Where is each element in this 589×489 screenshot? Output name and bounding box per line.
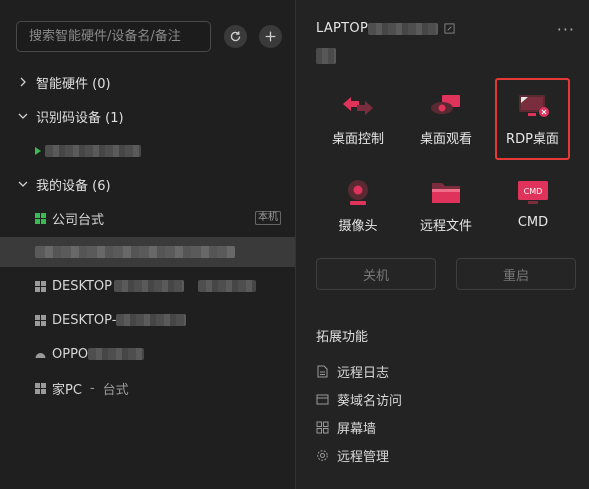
rdp-desktop-button[interactable]: RDP桌面	[495, 78, 570, 160]
device-name: DESKTOP	[52, 278, 113, 294]
camera-button[interactable]: 摄像头	[322, 179, 394, 251]
device-title: LAPTOP	[316, 21, 455, 36]
device-detail-panel: LAPTOP ··· 桌面控制 桌面观看 RDP桌面 摄像头 远程文件 CMD …	[296, 0, 589, 489]
domain-icon	[316, 394, 329, 404]
camera-icon	[348, 180, 368, 205]
redacted-name	[368, 22, 439, 35]
online-indicator-icon	[35, 147, 41, 155]
device-name: DESKTOP-	[52, 312, 117, 328]
device-list-panel: 智能硬件 (0) 识别码设备 (1) 我的设备 (6) 公司台式 本机 DESK…	[0, 0, 295, 489]
svg-text:CMD: CMD	[524, 187, 543, 196]
local-badge: 本机	[255, 211, 281, 225]
rdp-desktop-icon	[518, 95, 549, 117]
tile-label: 桌面控制	[331, 132, 384, 147]
ext-label: 葵域名访问	[337, 393, 403, 409]
more-options-icon[interactable]: ···	[557, 20, 575, 39]
device-remark: 台式	[102, 382, 129, 398]
windows-icon	[35, 314, 46, 326]
chevron-down-icon	[16, 177, 30, 191]
redacted-name	[116, 314, 187, 326]
cmd-button[interactable]: CMD CMD	[497, 179, 569, 251]
remote-file-button[interactable]: 远程文件	[410, 179, 482, 251]
ext-label: 远程日志	[337, 365, 390, 381]
redacted-name	[114, 280, 185, 292]
desktop-control-button[interactable]: 桌面控制	[322, 92, 394, 164]
tile-label: RDP桌面	[506, 132, 559, 147]
group-smart-hardware[interactable]: 智能硬件 (0)	[16, 72, 111, 92]
ext-label: 远程管理	[337, 449, 390, 465]
group-label: 我的设备 (6)	[36, 178, 111, 194]
ext-item-domain-access[interactable]: 葵域名访问	[316, 390, 403, 409]
redacted-name	[35, 246, 235, 258]
ext-label: 屏幕墙	[337, 421, 377, 437]
search-input[interactable]	[16, 21, 211, 52]
refresh-icon	[230, 31, 241, 42]
device-row[interactable]: 公司台式 本机	[0, 203, 295, 233]
ext-item-screen-wall[interactable]: 屏幕墙	[316, 418, 377, 437]
tile-label: 远程文件	[419, 219, 472, 234]
desktop-view-icon	[431, 95, 460, 114]
group-label: 识别码设备 (1)	[36, 110, 124, 126]
device-row[interactable]: DESKTOP-	[0, 305, 295, 335]
edit-icon[interactable]	[444, 23, 455, 34]
desktop-view-button[interactable]: 桌面观看	[410, 92, 482, 164]
redacted-name	[45, 145, 141, 157]
device-row[interactable]: DESKTOP	[0, 271, 295, 301]
separator: -	[89, 380, 95, 396]
device-row[interactable]: OPPO	[0, 339, 295, 369]
device-row[interactable]: 家PC - 台式	[0, 373, 295, 403]
device-row-selected[interactable]	[0, 237, 295, 267]
shutdown-button[interactable]: 关机	[316, 258, 436, 290]
tile-label: 摄像头	[338, 219, 378, 234]
group-label: 智能硬件 (0)	[36, 76, 111, 92]
desktop-control-icon	[343, 97, 373, 115]
refresh-button[interactable]	[224, 25, 247, 48]
chevron-right-icon	[16, 75, 30, 89]
tile-label: CMD	[517, 215, 549, 230]
device-name: OPPO	[52, 346, 89, 362]
windows-icon	[35, 280, 46, 292]
redacted-remark	[198, 280, 257, 292]
ext-item-remote-log[interactable]: 远程日志	[316, 362, 390, 381]
plus-icon	[265, 31, 276, 42]
device-title-text: LAPTOP	[316, 21, 369, 36]
tile-label: 桌面观看	[419, 132, 472, 147]
android-icon	[35, 352, 46, 358]
group-idcode-devices[interactable]: 识别码设备 (1)	[16, 106, 124, 126]
remote-file-icon	[432, 183, 460, 203]
restart-button[interactable]: 重启	[456, 258, 576, 290]
add-device-button[interactable]	[259, 25, 282, 48]
redacted-subtitle	[316, 48, 336, 64]
list-item[interactable]	[0, 136, 295, 166]
device-name: 家PC	[52, 382, 82, 398]
ext-item-remote-manage[interactable]: 远程管理	[316, 446, 390, 465]
screen-wall-icon	[316, 421, 329, 433]
log-icon	[317, 365, 328, 377]
group-my-devices[interactable]: 我的设备 (6)	[16, 174, 111, 194]
device-name: 公司台式	[52, 212, 105, 228]
cmd-icon: CMD	[518, 181, 548, 204]
gear-icon	[317, 449, 328, 461]
redacted-name	[88, 348, 145, 360]
chevron-down-icon	[16, 109, 30, 123]
windows-online-icon	[35, 212, 46, 224]
section-title: 拓展功能	[316, 330, 369, 345]
windows-icon	[35, 382, 46, 394]
